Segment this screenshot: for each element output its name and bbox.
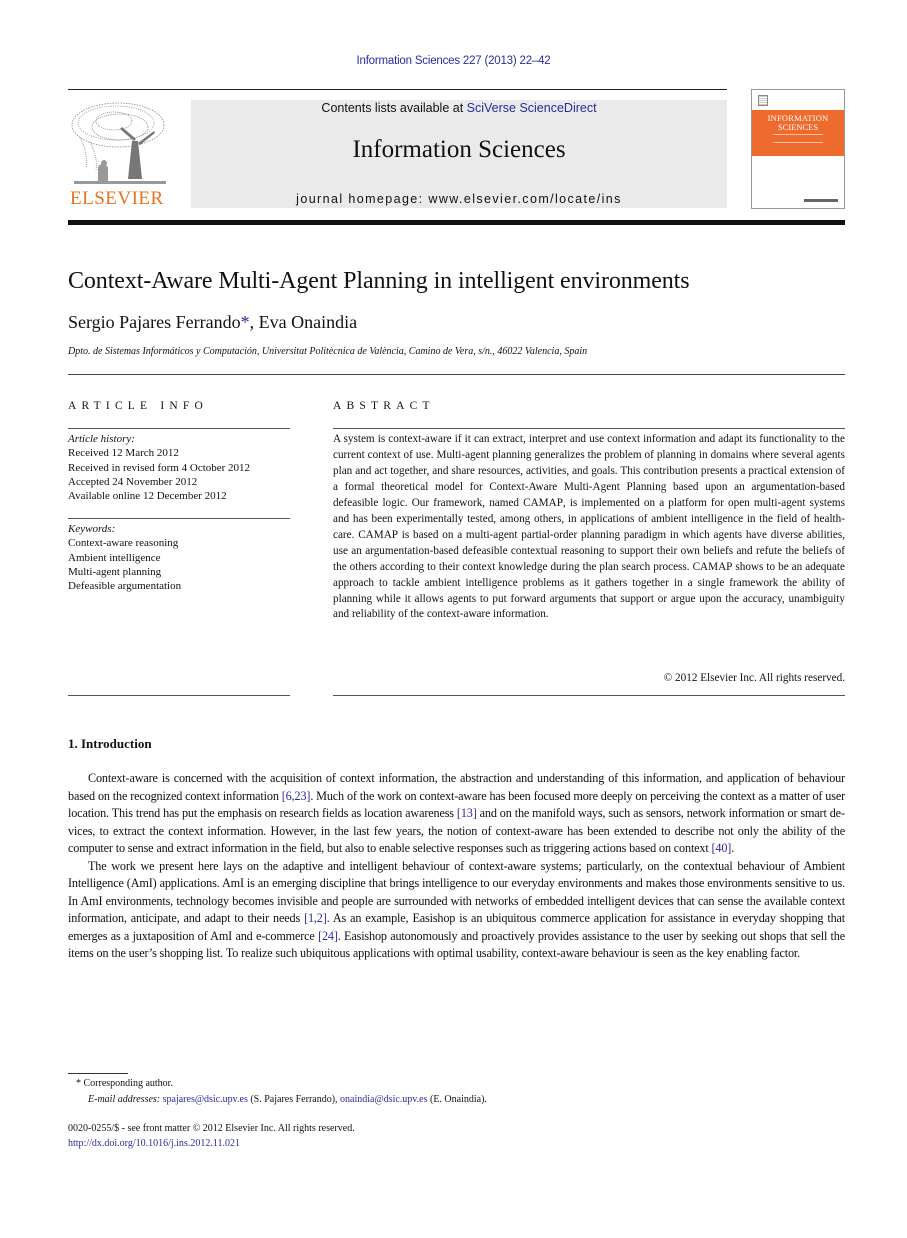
elsevier-wordmark: ELSEVIER	[70, 188, 164, 209]
article-info-heading: ARTICLE INFO	[68, 400, 208, 412]
author-name: Eva Onaindia	[258, 312, 358, 332]
email-addresses-note: E-mail addresses: spajares@dsic.upv.es (…	[68, 1092, 845, 1108]
paragraph: The work we present here lays on the ada…	[68, 858, 845, 963]
keyword-item: Context-aware reasoning	[68, 537, 179, 550]
camap-term: CAMAP	[523, 496, 563, 509]
affiliation: Dpto. de Sistemas Informáticos y Computa…	[68, 346, 588, 357]
elsevier-logo[interactable]: ELSEVIER	[68, 97, 170, 210]
corresponding-author-note: * Corresponding author.	[68, 1076, 845, 1092]
journal-reference-link[interactable]: Information Sciences 227 (2013) 22–42	[0, 55, 907, 67]
citation-link[interactable]: [40]	[712, 841, 732, 855]
email-link[interactable]: spajares@dsic.upv.es	[163, 1094, 248, 1105]
citation-link[interactable]: [13]	[457, 806, 477, 820]
email-label: E-mail addresses:	[88, 1094, 161, 1105]
header-thick-rule	[68, 220, 845, 225]
author-list: Sergio Pajares Ferrando*, Eva Onaindia	[68, 312, 357, 333]
article-info-rule	[68, 428, 290, 429]
abstract-rule	[333, 428, 845, 429]
abstract-text: A system is context-aware if it can extr…	[333, 432, 845, 623]
article-history: Article history: Received 12 March 2012 …	[68, 432, 290, 503]
paragraph: Context-aware is concerned with the acqu…	[68, 770, 845, 858]
keyword-item: Ambient intelligence	[68, 551, 161, 564]
history-label: Article history:	[68, 433, 135, 445]
contents-prefix: Contents lists available at	[321, 101, 467, 115]
abstract-copyright: © 2012 Elsevier Inc. All rights reserved…	[663, 672, 845, 684]
history-item: Available online 12 December 2012	[68, 490, 227, 503]
introduction-body: Context-aware is concerned with the acqu…	[68, 770, 845, 963]
header-top-rule	[68, 89, 727, 90]
citation-link[interactable]: [24]	[318, 929, 338, 943]
email-link[interactable]: onaindia@dsic.upv.es	[340, 1094, 427, 1105]
front-matter: 0020-0255/$ - see front matter © 2012 El…	[68, 1122, 845, 1151]
abstract-heading: ABSTRACT	[333, 400, 435, 412]
sciencedirect-link[interactable]: SciVerse ScienceDirect	[467, 101, 597, 115]
keywords: Keywords: Context-aware reasoning Ambien…	[68, 522, 290, 593]
citation-link[interactable]: [6,23]	[282, 789, 311, 803]
camap-term: CAMAP	[358, 528, 398, 541]
doi-link[interactable]: http://dx.doi.org/10.1016/j.ins.2012.11.…	[68, 1137, 845, 1152]
elsevier-tree-icon	[71, 102, 166, 184]
author-name: Sergio Pajares Ferrando	[68, 312, 241, 332]
cover-footer-mark	[804, 199, 838, 202]
cover-subtitle-lines	[773, 134, 823, 143]
paragraph-text: .	[731, 841, 735, 855]
article-info-rule	[68, 695, 290, 696]
cover-title-band: INFORMATION SCIENCES	[752, 110, 844, 156]
footnotes: * Corresponding author. E-mail addresses…	[68, 1076, 845, 1108]
camap-term: CAMAP	[692, 560, 733, 573]
footnote-rule	[68, 1073, 128, 1074]
author-separator: ,	[249, 312, 259, 332]
cover-publisher-logo-icon	[758, 95, 768, 106]
history-item: Accepted 24 November 2012	[68, 475, 198, 488]
contents-line: Contents lists available at SciVerse Sci…	[191, 101, 727, 115]
article-info-rule	[68, 518, 290, 519]
cover-title-line2: SCIENCES	[777, 122, 819, 132]
issn-line: 0020-0255/$ - see front matter © 2012 El…	[68, 1123, 355, 1134]
journal-title: Information Sciences	[352, 136, 566, 163]
journal-banner: Contents lists available at SciVerse Sci…	[191, 100, 727, 208]
section-heading: 1. Introduction	[68, 736, 152, 751]
journal-cover-thumbnail[interactable]: INFORMATION SCIENCES	[751, 89, 845, 209]
email-owner: (E. Onaindia).	[427, 1094, 487, 1105]
citation-link[interactable]: [1,2]	[304, 911, 327, 925]
abstract-rule	[333, 695, 845, 696]
journal-homepage-link[interactable]: journal homepage: www.elsevier.com/locat…	[191, 192, 727, 206]
keyword-item: Multi-agent planning	[68, 565, 162, 578]
history-item: Received in revised form 4 October 2012	[68, 461, 251, 474]
article-title: Context-Aware Multi-Agent Planning in in…	[68, 268, 690, 294]
affiliation-rule	[68, 374, 845, 375]
keyword-item: Defeasible argumentation	[68, 580, 182, 593]
email-owner: (S. Pajares Ferrando),	[247, 1094, 341, 1105]
keywords-label: Keywords:	[68, 523, 116, 535]
footnote-text: Corresponding author.	[81, 1078, 173, 1089]
history-item: Received 12 March 2012	[68, 447, 179, 460]
corresponding-author-marker[interactable]: *	[241, 312, 250, 332]
